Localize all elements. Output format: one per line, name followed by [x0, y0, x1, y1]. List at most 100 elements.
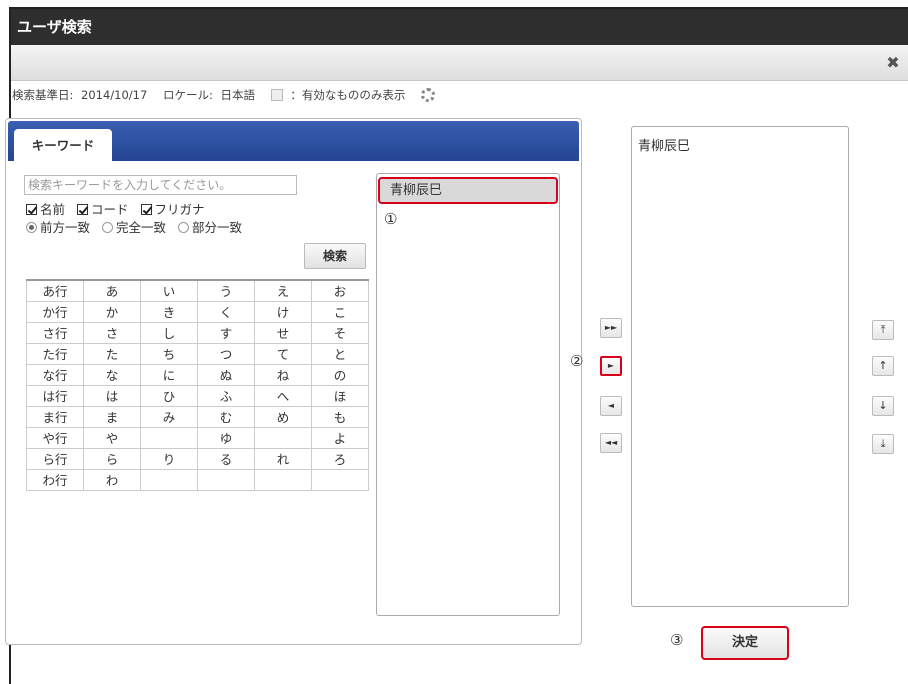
kana-cell[interactable]: け	[254, 300, 312, 323]
kana-cell[interactable]: へ	[254, 384, 312, 407]
kana-cell[interactable]: え	[254, 279, 312, 302]
option-furigana[interactable]: フリガナ	[140, 202, 205, 217]
option-code[interactable]: コード	[77, 202, 129, 217]
kana-cell	[140, 426, 198, 449]
kana-cell[interactable]: ち	[140, 342, 198, 365]
kana-row-header[interactable]: あ行	[26, 279, 84, 302]
kana-index-table: あ行あいうえおか行かきくけこさ行さしすせそた行たちつてとな行なにぬねのは行はひふ…	[26, 279, 369, 491]
kana-cell[interactable]: ゆ	[197, 426, 255, 449]
remove-all-button[interactable]: ◄◄	[600, 433, 622, 453]
kana-cell[interactable]: せ	[254, 321, 312, 344]
checkbox-code[interactable]	[77, 204, 88, 215]
kana-row-header[interactable]: か行	[26, 300, 84, 323]
kana-row: あ行あいうえお	[26, 279, 369, 302]
kana-row-header[interactable]: さ行	[26, 321, 84, 344]
option-name-label: 名前	[40, 202, 66, 217]
locale-label: ロケール:	[162, 87, 213, 102]
move-up-button[interactable]: ↑	[872, 356, 894, 376]
kana-cell[interactable]: な	[83, 363, 141, 386]
keyword-search-panel: キーワード 名前 コード フリガナ 前方一致 完全一致 部分一致 検索 あ行あい…	[5, 118, 582, 645]
step-marker-1: ①	[384, 210, 398, 228]
checkbox-name[interactable]	[26, 204, 37, 215]
option-name[interactable]: 名前	[26, 202, 65, 217]
kana-cell[interactable]: あ	[83, 279, 141, 302]
kana-cell[interactable]: こ	[311, 300, 369, 323]
kana-cell[interactable]: い	[140, 279, 198, 302]
selected-user-list[interactable]: 青柳辰巳	[631, 126, 849, 607]
kana-cell[interactable]: り	[140, 447, 198, 470]
tab-keyword[interactable]: キーワード	[14, 129, 112, 163]
kana-row-header[interactable]: ま行	[26, 405, 84, 428]
kana-row: ま行まみむめも	[26, 405, 369, 428]
kana-cell[interactable]: る	[197, 447, 255, 470]
kana-cell[interactable]: お	[311, 279, 369, 302]
radio-partial-circle[interactable]	[178, 222, 189, 233]
kana-cell[interactable]: き	[140, 300, 198, 323]
kana-cell[interactable]: や	[83, 426, 141, 449]
kana-row-header[interactable]: な行	[26, 363, 84, 386]
kana-cell[interactable]: か	[83, 300, 141, 323]
kana-cell[interactable]: ら	[83, 447, 141, 470]
search-button[interactable]: 検索	[304, 243, 366, 269]
kana-cell[interactable]: て	[254, 342, 312, 365]
valid-only-checkbox[interactable]	[270, 88, 283, 101]
radio-exact-circle[interactable]	[102, 222, 113, 233]
kana-cell[interactable]: れ	[254, 447, 312, 470]
radio-partial-label: 部分一致	[192, 220, 243, 235]
kana-cell[interactable]: そ	[311, 321, 369, 344]
kana-cell[interactable]: ね	[254, 363, 312, 386]
kana-cell[interactable]: ま	[83, 405, 141, 428]
gear-icon[interactable]	[420, 87, 435, 102]
kana-cell[interactable]: ぬ	[197, 363, 255, 386]
kana-cell[interactable]: め	[254, 405, 312, 428]
kana-cell[interactable]: つ	[197, 342, 255, 365]
kana-cell[interactable]: く	[197, 300, 255, 323]
kana-cell[interactable]: は	[83, 384, 141, 407]
move-down-button[interactable]: ↓	[872, 396, 894, 416]
result-item[interactable]: 青柳辰巳	[378, 177, 558, 204]
kana-cell[interactable]: す	[197, 321, 255, 344]
kana-row-header[interactable]: わ行	[26, 468, 84, 491]
kana-cell[interactable]: し	[140, 321, 198, 344]
move-bottom-button[interactable]: ⤓	[872, 434, 894, 454]
kana-cell[interactable]: に	[140, 363, 198, 386]
checkbox-furigana[interactable]	[140, 204, 152, 215]
radio-exact-match[interactable]: 完全一致	[102, 220, 166, 235]
kana-cell[interactable]: ひ	[140, 384, 198, 407]
kana-cell[interactable]: の	[311, 363, 369, 386]
kana-cell[interactable]: む	[197, 405, 255, 428]
search-result-list[interactable]: 青柳辰巳 ①	[376, 173, 560, 616]
kana-cell[interactable]: た	[83, 342, 141, 365]
kana-row-header[interactable]: た行	[26, 342, 84, 365]
kana-cell[interactable]: わ	[83, 468, 141, 491]
base-date-value: 2014/10/17	[81, 87, 148, 102]
kana-row: わ行わ	[26, 468, 369, 491]
radio-prefix-circle[interactable]	[26, 222, 37, 233]
kana-cell[interactable]: ろ	[311, 447, 369, 470]
kana-cell[interactable]: も	[311, 405, 369, 428]
selected-item[interactable]: 青柳辰巳	[638, 135, 690, 154]
remove-button[interactable]: ◄	[600, 396, 622, 416]
kana-row-header[interactable]: ら行	[26, 447, 84, 470]
kana-cell[interactable]: み	[140, 405, 198, 428]
move-top-button[interactable]: ⤒	[872, 320, 894, 340]
confirm-button[interactable]: 決定	[701, 626, 789, 660]
kana-cell[interactable]: ほ	[311, 384, 369, 407]
kana-row-header[interactable]: や行	[26, 426, 84, 449]
radio-prefix-match[interactable]: 前方一致	[26, 220, 90, 235]
kana-cell	[197, 468, 255, 491]
kana-cell[interactable]: と	[311, 342, 369, 365]
add-all-button[interactable]: ►►	[600, 318, 622, 338]
add-button[interactable]: ►	[600, 356, 622, 376]
keyword-search-input[interactable]	[24, 175, 297, 195]
radio-partial-match[interactable]: 部分一致	[178, 220, 242, 235]
kana-row: さ行さしすせそ	[26, 321, 369, 344]
kana-cell[interactable]: さ	[83, 321, 141, 344]
close-icon[interactable]: ✖	[884, 54, 902, 72]
kana-cell[interactable]: う	[197, 279, 255, 302]
kana-cell[interactable]: よ	[311, 426, 369, 449]
kana-cell[interactable]: ふ	[197, 384, 255, 407]
kana-row-header[interactable]: は行	[26, 384, 84, 407]
kana-cell	[254, 468, 312, 491]
step-marker-2: ②	[570, 352, 584, 370]
